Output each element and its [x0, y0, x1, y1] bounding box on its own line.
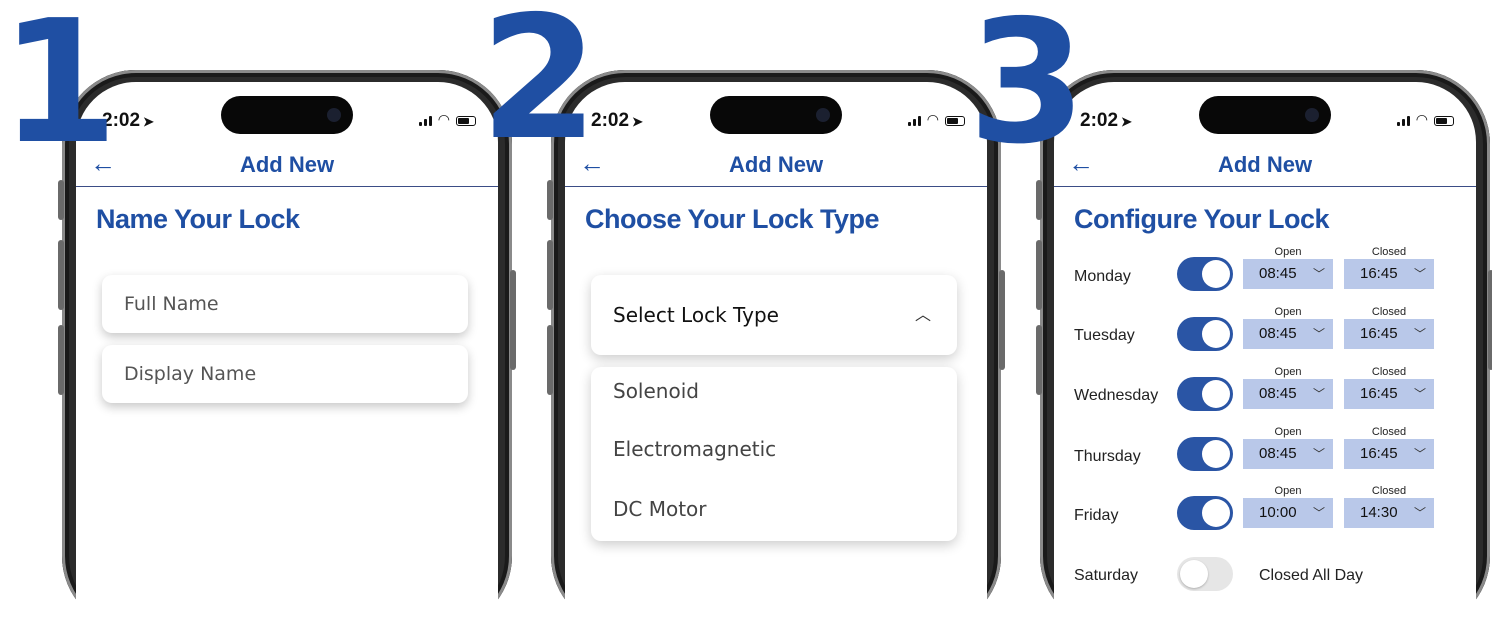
chevron-down-icon: ﹀: [1312, 327, 1325, 341]
camera-icon: [816, 108, 830, 122]
display-name-input[interactable]: Display Name: [102, 345, 468, 403]
signal-icon: [907, 116, 921, 126]
page-heading: Name Your Lock: [96, 204, 300, 234]
toggle-thursday[interactable]: [1177, 437, 1233, 471]
phone-screen: 2:02 ➤ ◠ ← Add New Name Your Lock Full Na…: [76, 82, 498, 630]
location-arrow-icon: ➤: [1121, 114, 1132, 129]
status-time: 2:02 ➤: [1080, 110, 1132, 131]
closed-label: Closed: [1371, 246, 1407, 258]
toggle-saturday[interactable]: [1177, 557, 1233, 591]
step-number-3: 3: [968, 0, 1086, 182]
open-label: Open: [1274, 306, 1302, 318]
phone-screen: 2:02 ➤ ◠ ← Add New Choose Your Lock Type …: [565, 82, 987, 630]
open-time-wednesday[interactable]: 08:45 ﹀: [1243, 379, 1333, 409]
closed-label: Closed: [1371, 485, 1407, 497]
toggle-friday[interactable]: [1177, 496, 1233, 530]
status-bar: 2:02 ➤ ◠: [76, 82, 498, 142]
status-bar: 2:02 ➤ ◠: [1054, 82, 1476, 142]
open-time-thursday[interactable]: 08:45 ﹀: [1243, 439, 1333, 469]
phone-3: 2:02 ➤ ◠ ← Add New Configure Your Lock Mo…: [1036, 70, 1492, 630]
day-label-friday: Friday: [1074, 507, 1119, 524]
phone-2: 2:02 ➤ ◠ ← Add New Choose Your Lock Type …: [547, 70, 1005, 630]
select-label: Select Lock Type: [613, 303, 779, 327]
open-label: Open: [1274, 485, 1302, 497]
page-heading: Choose Your Lock Type: [585, 204, 880, 234]
full-name-input[interactable]: Full Name: [102, 275, 468, 333]
status-time: 2:02 ➤: [591, 110, 643, 131]
step-number-2: 2: [480, 0, 598, 178]
nav-bar: ← Add New: [76, 144, 498, 187]
open-label: Open: [1274, 426, 1302, 438]
nav-bar: ← Add New: [565, 144, 987, 187]
day-label-wednesday: Wednesday: [1074, 387, 1159, 404]
location-arrow-icon: ➤: [632, 114, 643, 129]
chevron-down-icon: ﹀: [1312, 387, 1325, 401]
wifi-icon: ◠: [437, 111, 450, 127]
day-label-tuesday: Tuesday: [1074, 327, 1135, 344]
option-electromagnetic[interactable]: Electromagnetic: [613, 437, 776, 461]
status-bar: 2:02 ➤ ◠: [565, 82, 987, 142]
lock-type-select[interactable]: Select Lock Type ︿: [591, 275, 957, 355]
closed-label: Closed: [1371, 426, 1407, 438]
battery-icon: [456, 116, 476, 126]
open-time-friday[interactable]: 10:00 ﹀: [1243, 498, 1333, 528]
phone-1: 2:02 ➤ ◠ ← Add New Name Your Lock Full Na…: [58, 70, 516, 630]
wifi-icon: ◠: [926, 111, 939, 127]
chevron-down-icon: ﹀: [1413, 387, 1426, 401]
open-time-tuesday[interactable]: 08:45 ﹀: [1243, 319, 1333, 349]
battery-icon: [1434, 116, 1454, 126]
toggle-monday[interactable]: [1177, 257, 1233, 291]
chevron-up-icon: ︿: [914, 305, 931, 324]
open-time-monday[interactable]: 08:45 ﹀: [1243, 259, 1333, 289]
dynamic-island: [221, 96, 353, 134]
battery-icon: [945, 116, 965, 126]
closed-time-monday[interactable]: 16:45 ﹀: [1344, 259, 1434, 289]
nav-title: Add New: [728, 152, 824, 177]
nav-title: Add New: [1217, 152, 1313, 177]
signal-icon: [418, 116, 432, 126]
signal-icon: [1396, 116, 1410, 126]
camera-icon: [1305, 108, 1319, 122]
day-label-saturday: Saturday: [1074, 567, 1139, 584]
chevron-down-icon: ﹀: [1312, 267, 1325, 281]
closed-label: Closed: [1371, 306, 1407, 318]
nav-title: Add New: [239, 152, 335, 177]
toggle-wednesday[interactable]: [1177, 377, 1233, 411]
closed-label: Closed: [1371, 366, 1407, 378]
open-label: Open: [1274, 246, 1302, 258]
chevron-down-icon: ﹀: [1413, 506, 1426, 520]
day-label-thursday: Thursday: [1074, 448, 1141, 465]
chevron-down-icon: ﹀: [1312, 506, 1325, 520]
wifi-icon: ◠: [1415, 111, 1428, 127]
option-solenoid[interactable]: Solenoid: [613, 379, 699, 403]
step-number-1: 1: [0, 0, 118, 182]
chevron-down-icon: ﹀: [1413, 267, 1426, 281]
closed-time-wednesday[interactable]: 16:45 ﹀: [1344, 379, 1434, 409]
chevron-down-icon: ﹀: [1413, 327, 1426, 341]
page-heading: Configure Your Lock: [1074, 204, 1330, 234]
closed-time-thursday[interactable]: 16:45 ﹀: [1344, 439, 1434, 469]
chevron-down-icon: ﹀: [1312, 447, 1325, 461]
open-label: Open: [1274, 366, 1302, 378]
closed-time-tuesday[interactable]: 16:45 ﹀: [1344, 319, 1434, 349]
location-arrow-icon: ➤: [143, 114, 154, 129]
option-dc-motor[interactable]: DC Motor: [613, 497, 707, 521]
chevron-down-icon: ﹀: [1413, 447, 1426, 461]
nav-bar: ← Add New: [1054, 144, 1476, 187]
closed-all-day-label: Closed All Day: [1259, 567, 1364, 584]
closed-time-friday[interactable]: 14:30 ﹀: [1344, 498, 1434, 528]
lock-type-options: Solenoid Electromagnetic DC Motor: [591, 367, 957, 541]
day-label-monday: Monday: [1074, 268, 1131, 285]
phone-screen: 2:02 ➤ ◠ ← Add New Configure Your Lock Mo…: [1054, 82, 1476, 630]
dynamic-island: [710, 96, 842, 134]
dynamic-island: [1199, 96, 1331, 134]
toggle-tuesday[interactable]: [1177, 317, 1233, 351]
camera-icon: [327, 108, 341, 122]
